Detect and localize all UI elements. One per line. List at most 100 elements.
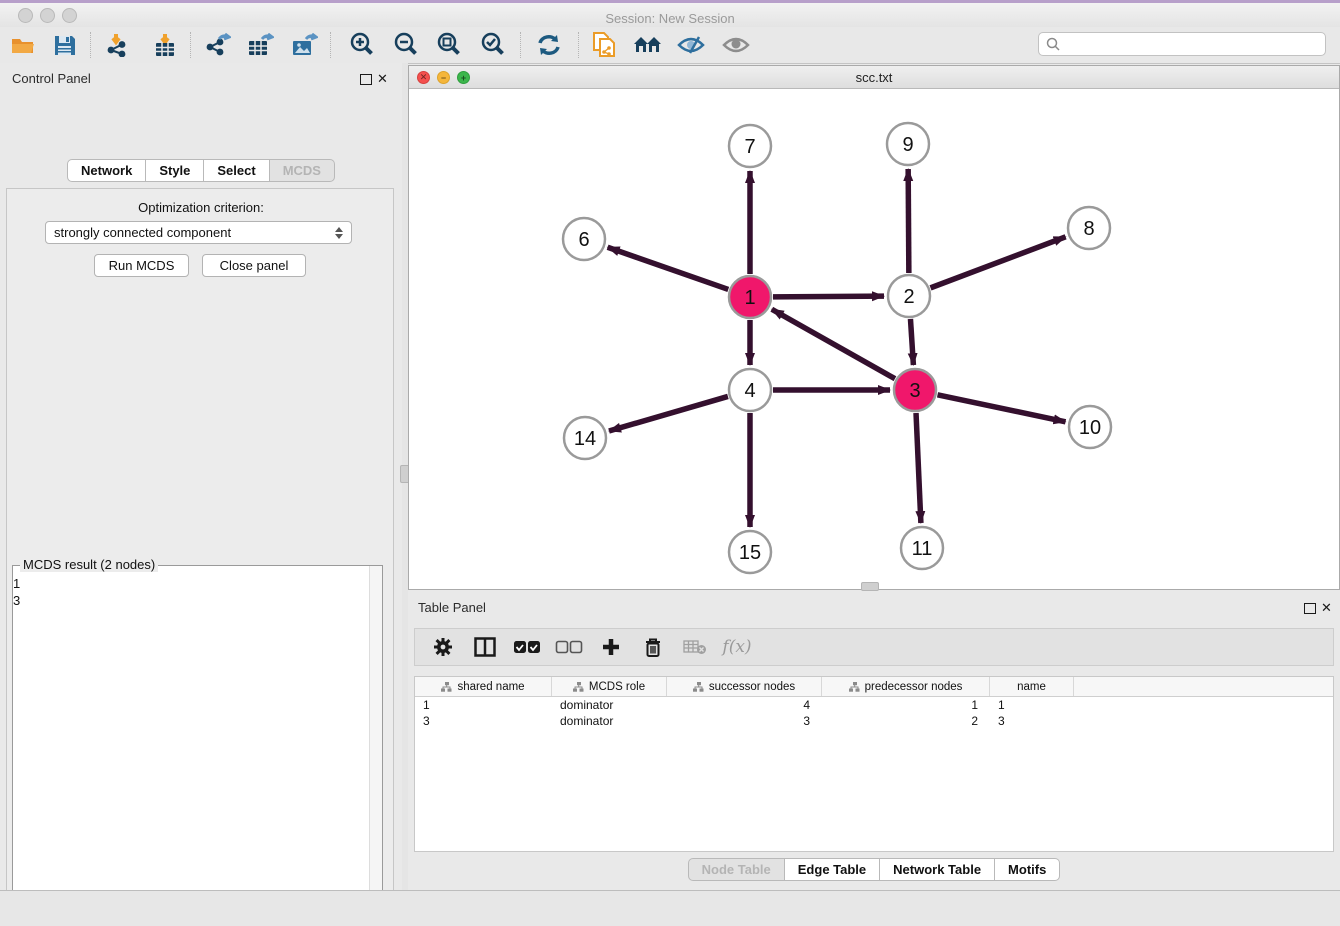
delete-column-trash-icon[interactable] <box>639 634 667 660</box>
import-network-icon[interactable] <box>103 31 133 59</box>
open-session-icon[interactable] <box>8 31 38 59</box>
column-header-label[interactable]: name <box>1017 681 1046 693</box>
table-tab-node-table[interactable]: Node Table <box>688 858 785 881</box>
node-14[interactable]: 14 <box>564 417 606 459</box>
save-session-icon[interactable] <box>50 31 80 59</box>
zoom-in-icon[interactable] <box>347 31 377 59</box>
node-2[interactable]: 2 <box>888 275 930 317</box>
node-3[interactable]: 3 <box>894 369 936 411</box>
edge-1-6[interactable] <box>608 247 729 289</box>
column-header-predecessor-nodes[interactable]: predecessor nodes <box>822 677 990 696</box>
table-row[interactable]: 3dominator323 <box>415 713 1333 729</box>
toolbar-separator <box>330 32 331 58</box>
function-builder-icon[interactable]: f(x) <box>723 634 751 660</box>
zoom-selected-icon[interactable] <box>478 31 508 59</box>
float-panel-icon[interactable] <box>360 74 372 85</box>
refresh-icon[interactable] <box>534 31 564 59</box>
column-header-successor-nodes[interactable]: successor nodes <box>667 677 822 696</box>
search-field[interactable] <box>1038 32 1326 56</box>
table-panel-header: Table Panel ✕ <box>418 600 1330 620</box>
edge-2-8[interactable] <box>931 237 1066 288</box>
table-cell[interactable]: 1 <box>415 697 552 713</box>
select-stepper-icon <box>335 227 343 239</box>
network-canvas[interactable]: 7 9 6 8 1 2 4 3 14 10 15 11 <box>409 89 1339 589</box>
mcds-result-box <box>12 565 383 926</box>
import-table-icon[interactable] <box>150 31 180 59</box>
clone-network-icon[interactable] <box>590 31 620 59</box>
zoom-fit-icon[interactable] <box>434 31 464 59</box>
horizontal-splitter-grip[interactable] <box>861 582 879 591</box>
optimization-criterion-select[interactable]: strongly connected component <box>45 221 352 244</box>
main-toolbar <box>0 27 1340 64</box>
edge-4-14[interactable] <box>609 396 728 431</box>
status-bar: Memory <box>0 890 1340 926</box>
close-panel-icon[interactable]: ✕ <box>377 73 388 84</box>
tab-mcds[interactable]: MCDS <box>270 159 335 182</box>
table-tab-edge-table[interactable]: Edge Table <box>785 858 880 881</box>
search-input[interactable] <box>1065 36 1325 52</box>
node-9[interactable]: 9 <box>887 123 929 165</box>
table-cell[interactable]: 1 <box>990 697 1074 713</box>
node-4[interactable]: 4 <box>729 369 771 411</box>
table-row[interactable]: 1dominator411 <box>415 697 1333 713</box>
close-table-panel-icon[interactable]: ✕ <box>1321 602 1332 613</box>
table-settings-gear-icon[interactable] <box>429 634 457 660</box>
table-cell[interactable]: 1 <box>822 697 990 713</box>
mcds-result-scrollbar[interactable] <box>369 566 382 926</box>
application-window: Session: New Session <box>0 0 1340 926</box>
delete-table-icon[interactable] <box>681 634 709 660</box>
float-table-panel-icon[interactable] <box>1304 603 1316 614</box>
table-cell[interactable]: 4 <box>667 697 822 713</box>
search-icon <box>1046 37 1060 51</box>
edge-2-9[interactable] <box>908 169 909 273</box>
show-panel-eye-icon[interactable] <box>721 31 751 59</box>
run-mcds-button[interactable]: Run MCDS <box>94 254 189 277</box>
edge-2-3[interactable] <box>910 319 913 365</box>
zoom-out-icon[interactable] <box>391 31 421 59</box>
node-10[interactable]: 10 <box>1069 406 1111 448</box>
edge-1-2[interactable] <box>773 296 884 297</box>
table-cell[interactable]: dominator <box>552 713 667 729</box>
node-table-body: 1dominator4113dominator323 <box>415 697 1333 729</box>
node-8[interactable]: 8 <box>1068 207 1110 249</box>
column-header-name[interactable]: name <box>990 677 1074 696</box>
column-type-icon <box>441 682 452 692</box>
column-header-MCDS-role[interactable]: MCDS role <box>552 677 667 696</box>
split-columns-icon[interactable] <box>471 634 499 660</box>
tab-network[interactable]: Network <box>67 159 146 182</box>
edge-3-10[interactable] <box>938 395 1066 422</box>
node-label: 7 <box>744 136 755 158</box>
column-header-label[interactable]: predecessor nodes <box>865 681 963 693</box>
add-column-plus-icon[interactable] <box>597 634 625 660</box>
column-header-label[interactable]: MCDS role <box>589 681 645 693</box>
edge-3-1[interactable] <box>772 309 895 378</box>
node-table[interactable]: shared name MCDS role successor nodes prede… <box>414 676 1334 852</box>
home-icon[interactable] <box>633 31 663 59</box>
column-header-label[interactable]: successor nodes <box>709 681 795 693</box>
unchecked-checkboxes-icon[interactable] <box>555 634 583 660</box>
table-cell[interactable]: 3 <box>667 713 822 729</box>
close-panel-button[interactable]: Close panel <box>202 254 306 277</box>
column-header-label[interactable]: shared name <box>457 681 524 693</box>
column-header-shared-name[interactable]: shared name <box>415 677 552 696</box>
hide-panel-eye-icon[interactable] <box>676 31 706 59</box>
table-cell[interactable]: 3 <box>415 713 552 729</box>
table-tab-motifs[interactable]: Motifs <box>995 858 1060 881</box>
node-7[interactable]: 7 <box>729 125 771 167</box>
export-network-icon[interactable] <box>203 31 233 59</box>
checked-checkboxes-icon[interactable] <box>513 634 541 660</box>
tab-style[interactable]: Style <box>146 159 204 182</box>
node-6[interactable]: 6 <box>563 218 605 260</box>
edge-3-11[interactable] <box>916 413 921 523</box>
table-tab-network-table[interactable]: Network Table <box>880 858 995 881</box>
node-15[interactable]: 15 <box>729 531 771 573</box>
toolbar-separator <box>578 32 579 58</box>
node-11[interactable]: 11 <box>901 527 943 569</box>
export-image-icon[interactable] <box>290 31 320 59</box>
table-cell[interactable]: 3 <box>990 713 1074 729</box>
node-1[interactable]: 1 <box>729 276 771 318</box>
tab-select[interactable]: Select <box>204 159 269 182</box>
export-table-icon[interactable] <box>246 31 276 59</box>
table-cell[interactable]: dominator <box>552 697 667 713</box>
table-cell[interactable]: 2 <box>822 713 990 729</box>
